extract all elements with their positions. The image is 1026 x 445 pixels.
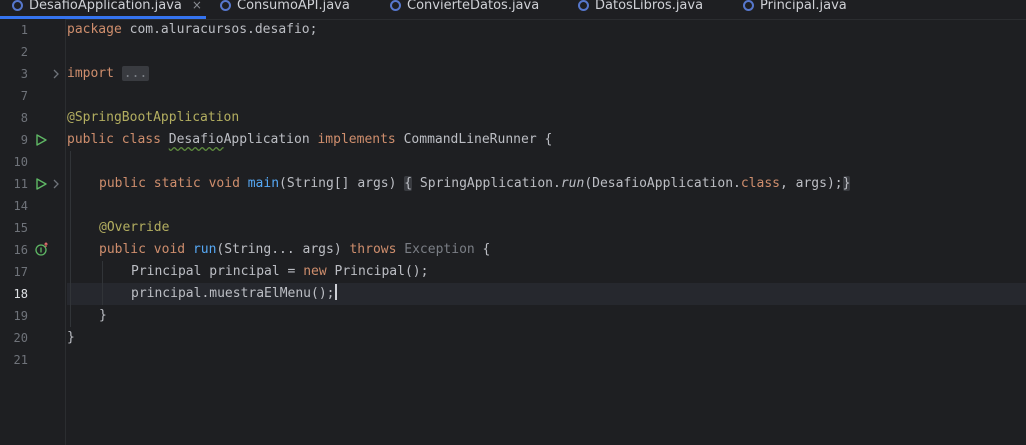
expand-fold-icon[interactable] (52, 179, 60, 189)
line-number: 15 (13, 221, 28, 235)
typo-warning: Desafio (168, 132, 224, 147)
tab-label: Principal.java (760, 0, 847, 13)
line-number-current: 18 (13, 287, 28, 301)
tab-principal[interactable]: Principal.java (743, 0, 847, 18)
tab-label: ConsumoAPI.java (237, 0, 350, 13)
code-line-18: principal.muestraElMenu(); (131, 284, 337, 301)
line-number: 8 (20, 111, 28, 125)
indent-guide (102, 261, 103, 305)
line-number: 1 (20, 23, 28, 37)
folded-imports[interactable]: ... (121, 66, 150, 81)
code-line-16: public void run(String... args) throws E… (99, 242, 491, 257)
tab-consumo-api[interactable]: ConsumoAPI.java (220, 0, 350, 18)
text-caret (334, 284, 337, 300)
tab-convierte-datos[interactable]: ConvierteDatos.java (390, 0, 539, 18)
line-number: 20 (13, 331, 28, 345)
line-number: 14 (13, 199, 28, 213)
line-number: 11 (13, 177, 28, 191)
run-main-icon[interactable] (35, 178, 47, 190)
line-number: 3 (20, 67, 28, 81)
line-number: 9 (20, 133, 28, 147)
line-number: 7 (20, 89, 28, 103)
line-number: 19 (13, 309, 28, 323)
line-number: 2 (20, 45, 28, 59)
code-line-1: package com.aluracursos.desafio; (67, 22, 318, 37)
tab-label: ConvierteDatos.java (407, 0, 540, 13)
code-line-19: } (99, 308, 107, 323)
code-line-3: import ... (67, 66, 150, 81)
expand-fold-icon[interactable] (52, 69, 60, 79)
line-number: 16 (13, 243, 28, 257)
line-number: 21 (13, 353, 28, 367)
editor-gutter[interactable]: 1 2 3 7 8 9 10 11 14 15 16 17 18 19 20 2… (0, 19, 66, 445)
java-class-icon (743, 0, 754, 11)
indent-guide (70, 151, 71, 327)
close-tab-icon[interactable]: × (192, 0, 202, 12)
code-line-11: public static void main(String[] args) {… (99, 176, 851, 191)
java-class-icon (390, 0, 401, 11)
code-line-20: } (67, 330, 75, 345)
code-line-8: @SpringBootApplication (67, 110, 240, 125)
tab-label: DesafioApplication.java (29, 0, 182, 13)
implements-method-icon[interactable] (35, 242, 49, 256)
run-class-icon[interactable] (35, 134, 47, 146)
editor-tab-bar: DesafioApplication.java × ConsumoAPI.jav… (0, 0, 1026, 20)
java-class-icon (578, 0, 589, 11)
folded-brace-open: { (404, 176, 413, 191)
code-editor[interactable]: package com.aluracursos.desafio; import … (67, 19, 1026, 445)
java-class-icon (220, 0, 231, 11)
java-class-icon (12, 0, 23, 11)
code-line-17: Principal principal = new Principal(); (131, 264, 429, 279)
line-number: 10 (13, 155, 28, 169)
line-number: 17 (13, 265, 28, 279)
code-line-9: public class DesafioApplication implemen… (67, 132, 553, 147)
tab-label: DatosLibros.java (595, 0, 704, 13)
tab-datos-libros[interactable]: DatosLibros.java (578, 0, 703, 18)
code-line-15: @Override (99, 220, 170, 235)
folded-brace-close: } (842, 176, 851, 191)
